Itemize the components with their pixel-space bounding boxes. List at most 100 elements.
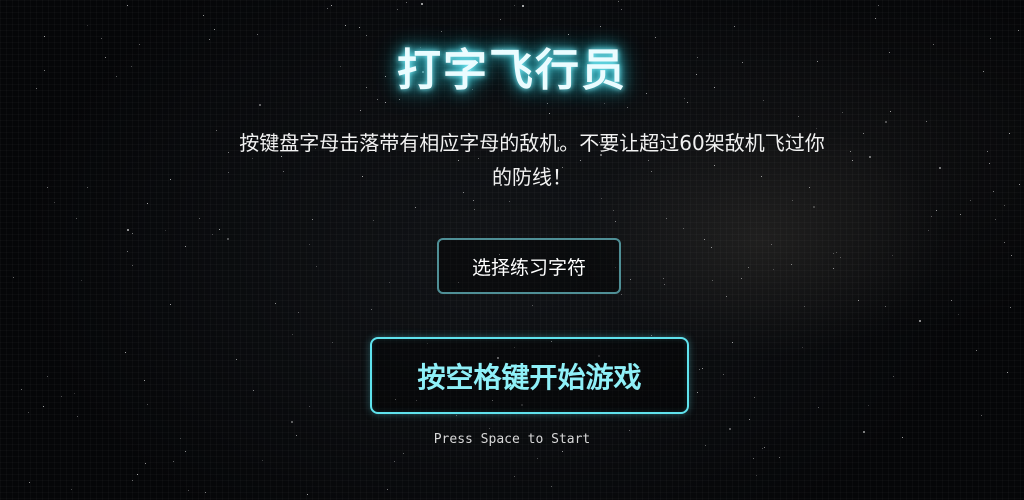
star xyxy=(307,494,308,495)
star xyxy=(61,396,62,397)
star xyxy=(939,167,941,169)
star xyxy=(137,474,138,475)
star xyxy=(403,453,404,454)
star xyxy=(621,294,622,295)
star xyxy=(763,100,764,101)
star xyxy=(875,18,876,19)
star xyxy=(989,163,990,164)
star xyxy=(704,239,705,240)
star xyxy=(47,187,48,188)
star xyxy=(387,489,388,490)
star xyxy=(532,305,533,306)
star xyxy=(147,203,148,204)
star xyxy=(764,447,765,448)
star xyxy=(147,404,148,405)
star xyxy=(818,407,819,408)
star xyxy=(205,492,206,493)
star xyxy=(43,406,44,407)
star xyxy=(615,221,616,222)
star xyxy=(406,2,407,3)
star xyxy=(309,406,310,407)
star xyxy=(618,1,619,2)
star xyxy=(1007,372,1008,373)
star xyxy=(993,191,994,192)
star xyxy=(399,99,400,100)
star xyxy=(216,130,217,131)
star xyxy=(791,264,792,265)
star xyxy=(537,458,538,459)
star xyxy=(627,107,628,108)
star xyxy=(253,390,254,391)
star xyxy=(863,133,864,134)
star xyxy=(726,296,727,297)
star xyxy=(228,172,229,173)
star xyxy=(684,98,685,99)
star xyxy=(188,490,189,491)
star xyxy=(360,110,361,111)
star xyxy=(687,102,688,103)
star xyxy=(970,200,971,201)
star xyxy=(878,5,879,6)
star xyxy=(729,428,731,430)
star xyxy=(604,103,605,104)
star xyxy=(792,200,793,201)
star xyxy=(77,416,78,417)
star xyxy=(21,389,22,390)
star xyxy=(47,376,48,377)
star xyxy=(309,244,310,245)
star xyxy=(852,160,853,161)
star xyxy=(885,121,887,123)
star xyxy=(71,489,72,490)
star xyxy=(456,415,457,416)
star xyxy=(995,219,996,220)
star xyxy=(28,412,29,413)
star xyxy=(951,300,952,301)
star xyxy=(127,251,128,252)
star xyxy=(331,5,332,6)
star xyxy=(291,421,293,423)
star xyxy=(663,278,664,279)
select-characters-button[interactable]: 选择练习字符 xyxy=(437,238,621,294)
star xyxy=(214,29,215,30)
star xyxy=(868,405,869,406)
star xyxy=(702,368,703,369)
star xyxy=(551,486,552,487)
star xyxy=(1010,307,1011,308)
star xyxy=(170,304,171,305)
star xyxy=(629,430,630,431)
star xyxy=(833,253,834,254)
star xyxy=(397,9,398,10)
star xyxy=(509,201,510,202)
star xyxy=(227,238,229,240)
star xyxy=(199,218,200,219)
star xyxy=(892,255,893,256)
star xyxy=(262,460,263,461)
star xyxy=(332,342,333,343)
star xyxy=(981,415,982,416)
star xyxy=(928,230,929,231)
start-game-button[interactable]: 按空格键开始游戏 xyxy=(370,337,689,414)
star xyxy=(345,25,346,26)
star xyxy=(773,269,774,270)
star xyxy=(514,5,515,6)
star xyxy=(732,342,733,343)
star xyxy=(779,457,780,458)
star xyxy=(514,476,515,477)
star xyxy=(926,121,927,122)
star xyxy=(29,482,30,483)
star xyxy=(145,463,146,464)
star xyxy=(415,207,416,208)
star xyxy=(236,359,237,360)
star xyxy=(833,268,834,269)
star xyxy=(87,25,88,26)
star xyxy=(549,113,550,114)
star xyxy=(1018,30,1019,31)
star xyxy=(804,306,805,307)
star xyxy=(473,200,474,201)
star xyxy=(893,376,894,377)
star xyxy=(885,306,886,307)
star xyxy=(723,374,724,375)
star xyxy=(170,179,171,180)
star xyxy=(987,151,988,152)
star xyxy=(630,279,631,280)
